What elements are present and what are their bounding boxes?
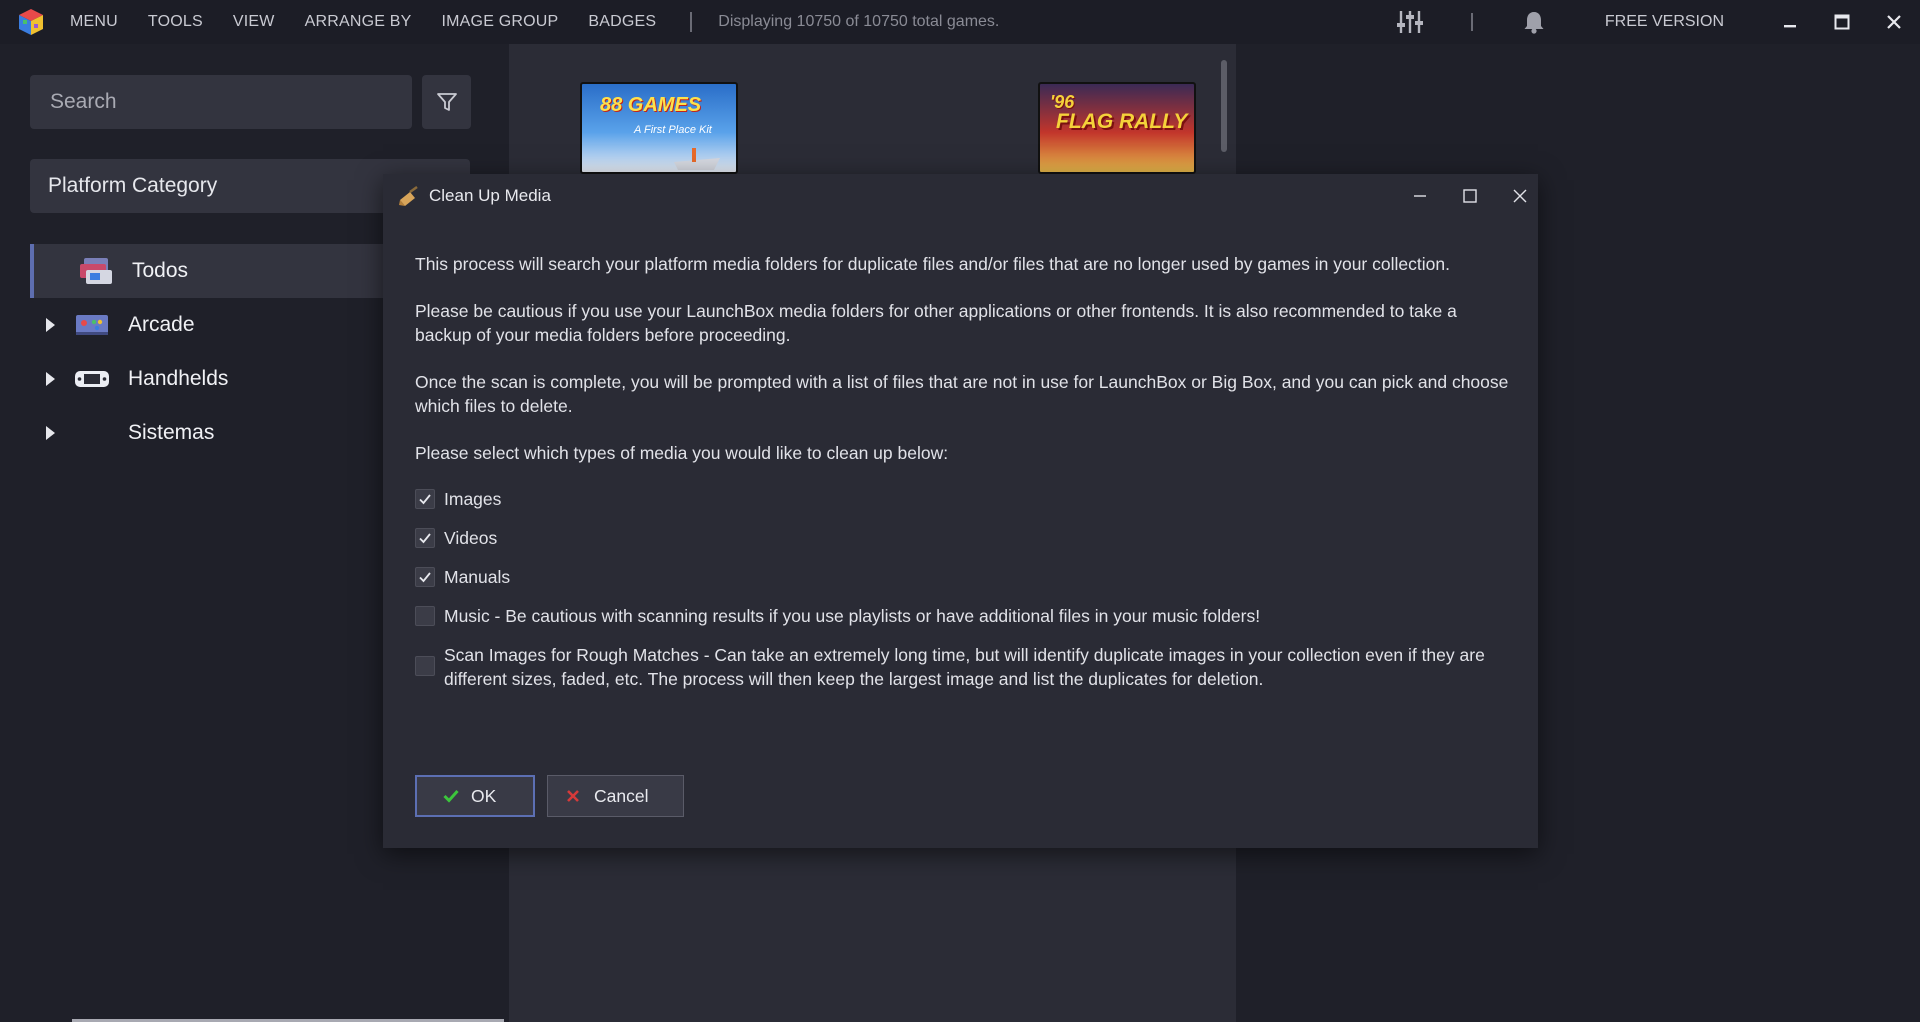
- box-art-subtitle: A First Place Kit: [634, 124, 712, 136]
- dialog-title: Clean Up Media: [429, 186, 551, 205]
- menu-arrange-by[interactable]: ARRANGE BY: [305, 13, 412, 31]
- checkmark-icon: [419, 572, 431, 583]
- menu-view[interactable]: VIEW: [233, 13, 275, 31]
- search-placeholder: Search: [50, 90, 117, 113]
- option-music-row[interactable]: Music - Be cautious with scanning result…: [415, 604, 1515, 628]
- music-label: Music - Be cautious with scanning result…: [444, 606, 1261, 626]
- minimize-window-icon[interactable]: [1764, 0, 1816, 44]
- top-right-divider: [1470, 13, 1473, 31]
- tree-label-sistemas: Sistemas: [128, 421, 215, 444]
- manuals-label: Manuals: [444, 567, 511, 587]
- dialog-paragraph: Please select which types of media you w…: [415, 443, 949, 463]
- expand-arrow-icon[interactable]: [46, 318, 55, 332]
- game-grid-scrollbar[interactable]: [1221, 60, 1227, 152]
- rough-matches-label: Scan Images for Rough Matches - Can take…: [444, 645, 1485, 689]
- broom-icon: [399, 186, 418, 206]
- option-images-row[interactable]: Images: [415, 487, 1515, 511]
- checkmark-icon: [419, 533, 431, 544]
- videos-checkbox[interactable]: [415, 528, 435, 548]
- expand-arrow-icon[interactable]: [46, 426, 55, 440]
- games-count-status: Displaying 10750 of 10750 total games.: [718, 13, 1000, 30]
- maximize-window-icon[interactable]: [1816, 0, 1868, 44]
- dialog-paragraph: Please be cautious if you use your Launc…: [415, 301, 1457, 345]
- box-art-title: 88 GAMES: [600, 94, 702, 116]
- menu-menu[interactable]: MENU: [70, 13, 118, 31]
- dialog-minimize-icon[interactable]: [1400, 180, 1440, 212]
- expand-arrow-icon[interactable]: [46, 372, 55, 386]
- ok-button-label: OK: [471, 785, 497, 806]
- tree-label-handhelds: Handhelds: [128, 367, 229, 390]
- search-input[interactable]: Search: [30, 75, 412, 129]
- handheld-console-icon: [75, 371, 109, 387]
- ok-button[interactable]: OK: [415, 775, 535, 817]
- free-version-label[interactable]: FREE VERSION: [1605, 13, 1724, 31]
- option-videos-row[interactable]: Videos: [415, 526, 1515, 550]
- checkmark-icon: [419, 494, 431, 505]
- launchbox-logo-icon[interactable]: [17, 8, 45, 36]
- dialog-paragraph: Once the scan is complete, you will be p…: [415, 372, 1509, 416]
- filter-button[interactable]: [422, 75, 471, 129]
- filter-funnel-icon: [436, 93, 457, 111]
- box-art-title: FLAG RALLY: [1056, 110, 1188, 133]
- clean-up-media-dialog: Clean Up Media This process will search …: [383, 174, 1538, 848]
- equalizer-settings-icon[interactable]: [1395, 7, 1425, 37]
- top-bar: MENU TOOLS VIEW ARRANGE BY IMAGE GROUP B…: [0, 0, 1920, 44]
- images-label: Images: [444, 489, 502, 509]
- arcade-panel-icon: [76, 315, 108, 335]
- top-right-controls: FREE VERSION: [1395, 0, 1920, 44]
- cancel-button-label: Cancel: [594, 785, 649, 806]
- boat-icon: [674, 148, 720, 170]
- rough-matches-checkbox[interactable]: [415, 656, 435, 676]
- bell-notifications-icon[interactable]: [1519, 7, 1549, 37]
- dialog-maximize-icon[interactable]: [1450, 180, 1490, 212]
- videos-label: Videos: [444, 528, 498, 548]
- dialog-close-icon[interactable]: [1500, 180, 1540, 212]
- menu-image-group[interactable]: IMAGE GROUP: [442, 13, 559, 31]
- menu-divider: [690, 12, 693, 32]
- dialog-body: This process will search your platform m…: [415, 252, 1515, 706]
- red-x-icon: [566, 788, 584, 804]
- music-checkbox[interactable]: [415, 606, 435, 626]
- option-rough-matches-row[interactable]: Scan Images for Rough Matches - Can take…: [415, 643, 1515, 691]
- close-window-icon[interactable]: [1868, 0, 1920, 44]
- platform-category-label: Platform Category: [48, 174, 218, 197]
- cancel-button[interactable]: Cancel: [547, 775, 684, 817]
- menu-badges[interactable]: BADGES: [588, 13, 656, 31]
- images-checkbox[interactable]: [415, 489, 435, 509]
- stacked-consoles-icon: [80, 258, 112, 284]
- main-menu: MENU TOOLS VIEW ARRANGE BY IMAGE GROUP B…: [70, 0, 999, 44]
- option-manuals-row[interactable]: Manuals: [415, 565, 1515, 589]
- tree-label-arcade: Arcade: [128, 313, 195, 336]
- dialog-paragraph: This process will search your platform m…: [415, 254, 1450, 274]
- tree-label-todos: Todos: [132, 259, 189, 282]
- menu-tools[interactable]: TOOLS: [148, 13, 203, 31]
- game-box-art[interactable]: '96 FLAG RALLY: [1038, 82, 1196, 174]
- manuals-checkbox[interactable]: [415, 567, 435, 587]
- green-check-icon: [443, 788, 461, 804]
- game-box-art[interactable]: 88 GAMES A First Place Kit: [580, 82, 738, 174]
